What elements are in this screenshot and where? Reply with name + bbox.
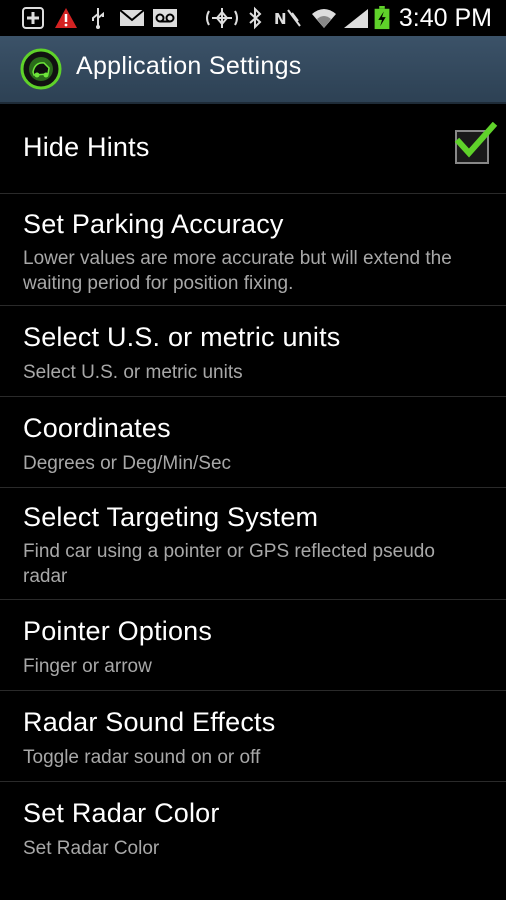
- action-bar: Application Settings: [0, 36, 506, 104]
- settings-list: Hide Hints Set Parking Accuracy Lower va…: [0, 104, 506, 873]
- setting-parking-accuracy[interactable]: Set Parking Accuracy Lower values are mo…: [0, 194, 506, 306]
- gps-icon: [206, 8, 238, 28]
- bluetooth-icon: [249, 6, 262, 30]
- setting-hide-hints[interactable]: Hide Hints: [0, 104, 506, 194]
- usb-icon: [92, 8, 104, 29]
- setting-radar-sound[interactable]: Radar Sound Effects Toggle radar sound o…: [0, 691, 506, 782]
- signal-icon: [344, 9, 368, 28]
- setting-subtitle: Select U.S. or metric units: [23, 362, 243, 383]
- setting-subtitle: Lower values are more accurate but will …: [23, 248, 452, 294]
- mail-icon: [119, 9, 145, 26]
- status-bar: N 3:40 PM: [0, 0, 506, 36]
- nfc-icon: N: [274, 9, 301, 28]
- setting-title: Pointer Options: [23, 616, 213, 646]
- setting-subtitle: Degrees or Deg/Min/Sec: [23, 453, 232, 474]
- setting-title: Select Targeting System: [23, 502, 319, 532]
- setting-radar-color[interactable]: Set Radar Color Set Radar Color: [0, 782, 506, 873]
- svg-text:N: N: [274, 10, 287, 28]
- setting-title: Select U.S. or metric units: [23, 322, 341, 352]
- setting-units[interactable]: Select U.S. or metric units Select U.S. …: [0, 306, 506, 397]
- setting-targeting-system[interactable]: Select Targeting System Find car using a…: [0, 488, 506, 600]
- setting-subtitle: Find car using a pointer or GPS reflecte…: [23, 541, 435, 587]
- hide-hints-checkbox[interactable]: [454, 122, 498, 164]
- setting-title: Hide Hints: [23, 132, 150, 162]
- setting-title: Set Parking Accuracy: [23, 209, 284, 239]
- wifi-icon: [312, 9, 336, 28]
- battery-charging-icon: [374, 6, 390, 30]
- app-logo-icon[interactable]: [20, 48, 62, 90]
- setting-subtitle: Set Radar Color: [23, 838, 160, 859]
- checkmark-icon: [454, 122, 498, 158]
- setting-title: Coordinates: [23, 413, 171, 443]
- screen-title: Application Settings: [76, 52, 302, 80]
- setting-subtitle: Toggle radar sound on or off: [23, 747, 261, 768]
- clock: 3:40 PM: [398, 4, 492, 32]
- setting-subtitle: Finger or arrow: [23, 656, 152, 677]
- setting-pointer-options[interactable]: Pointer Options Finger or arrow: [0, 600, 506, 691]
- setting-coordinates[interactable]: Coordinates Degrees or Deg/Min/Sec: [0, 397, 506, 488]
- voicemail-icon: [153, 9, 177, 27]
- setting-title: Radar Sound Effects: [23, 707, 276, 737]
- alert-icon: [55, 8, 77, 28]
- add-icon: [22, 7, 44, 29]
- setting-title: Set Radar Color: [23, 798, 220, 828]
